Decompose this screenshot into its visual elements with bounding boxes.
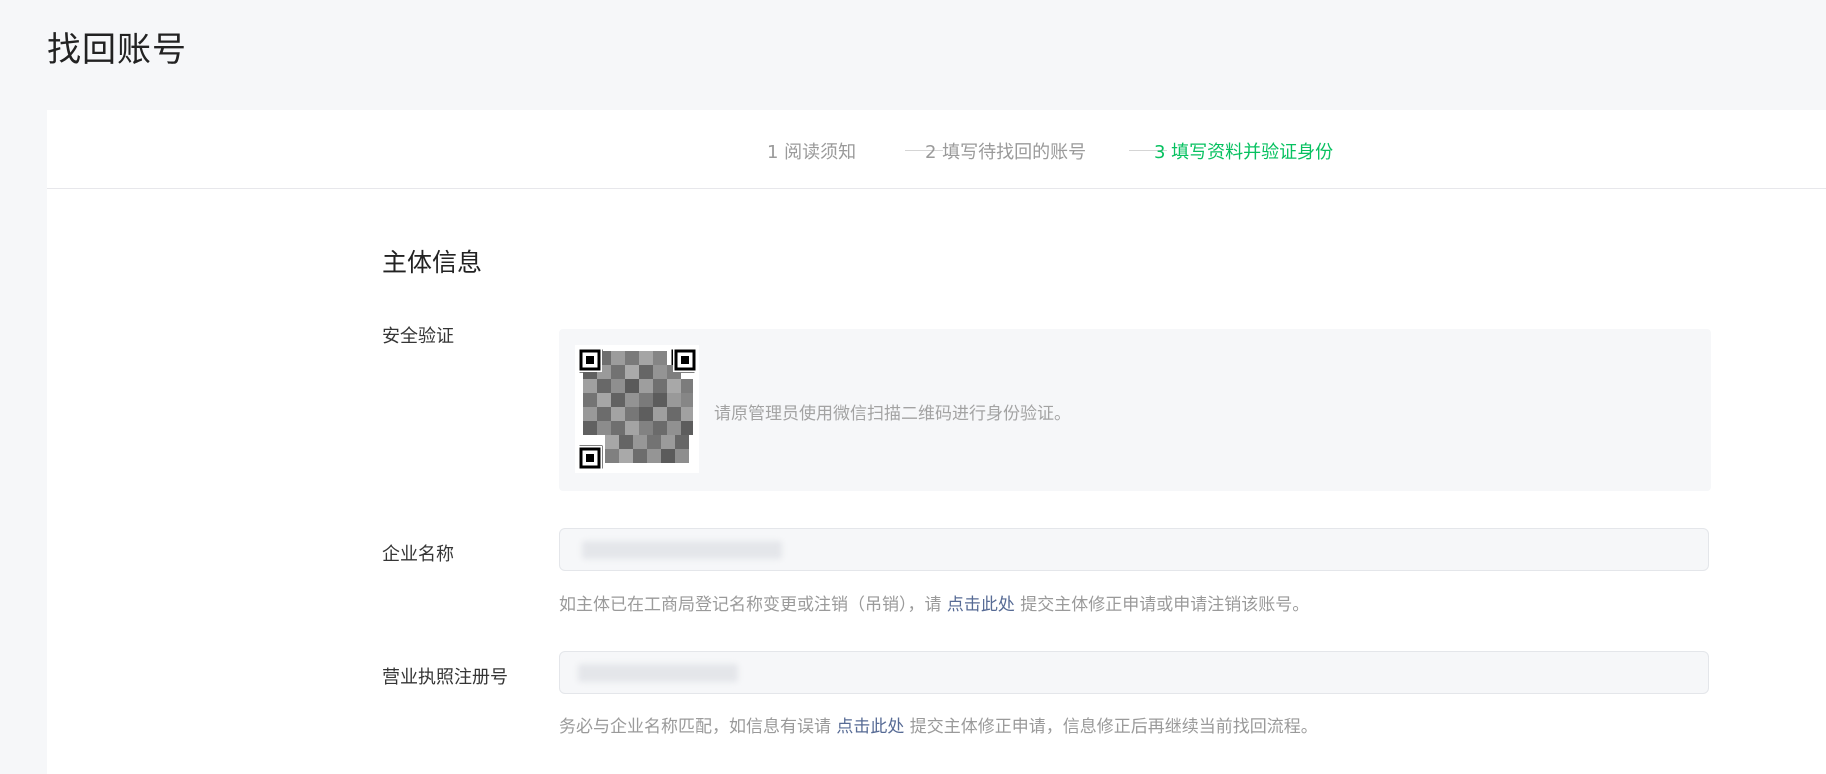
- qr-verification-box: 请原管理员使用微信扫描二维码进行身份验证。: [559, 329, 1711, 491]
- recovery-card: 1 阅读须知 2 填写待找回的账号 3 填写资料并验证身份 主体信息 安全验证: [47, 110, 1826, 774]
- step-2: 2 填写待找回的账号: [925, 142, 1087, 163]
- security-label: 安全验证: [382, 326, 454, 347]
- qr-code-image: [575, 345, 699, 473]
- license-number-input[interactable]: [560, 652, 1708, 693]
- license-hint-suffix: 提交主体修正申请，信息修正后再继续当前找回流程。: [904, 717, 1318, 737]
- license-number-label: 营业执照注册号: [382, 667, 508, 688]
- company-hint-suffix: 提交主体修正申请或申请注销该账号。: [1014, 595, 1310, 615]
- company-name-input[interactable]: [560, 529, 1708, 570]
- license-hint-prefix: 务必与企业名称匹配，如信息有误请: [559, 717, 837, 737]
- step-3: 3 填写资料并验证身份: [1154, 142, 1334, 163]
- section-title: 主体信息: [382, 248, 483, 277]
- license-number-field[interactable]: [559, 651, 1709, 694]
- company-name-label: 企业名称: [382, 544, 454, 565]
- company-name-hint: 如主体已在工商局登记名称变更或注销（吊销），请 点击此处 提交主体修正申请或申请…: [559, 590, 1309, 615]
- license-hint-link[interactable]: 点击此处: [836, 717, 904, 737]
- company-hint-link[interactable]: 点击此处: [947, 595, 1015, 615]
- step-1: 1 阅读须知: [767, 142, 857, 163]
- step-indicator: 1 阅读须知 2 填写待找回的账号 3 填写资料并验证身份: [47, 110, 1826, 189]
- license-number-hint: 务必与企业名称匹配，如信息有误请 点击此处 提交主体修正申请，信息修正后再继续当…: [559, 712, 1318, 737]
- page-title: 找回账号: [47, 30, 187, 70]
- company-name-field[interactable]: [559, 528, 1709, 571]
- qr-code-icon: [575, 345, 699, 473]
- company-hint-prefix: 如主体已在工商局登记名称变更或注销（吊销），请: [559, 595, 947, 615]
- qr-tip-text: 请原管理员使用微信扫描二维码进行身份验证。: [714, 404, 1071, 424]
